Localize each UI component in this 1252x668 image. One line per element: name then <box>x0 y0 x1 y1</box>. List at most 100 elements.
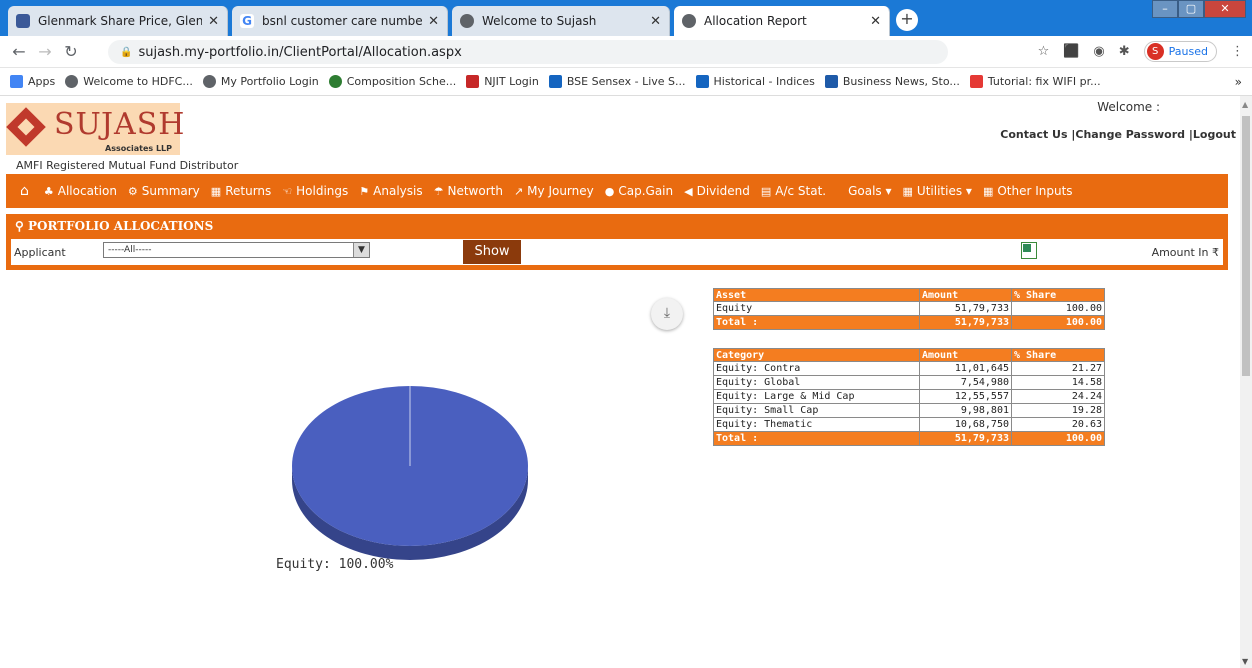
globe-icon <box>682 14 696 28</box>
category-amount: 10,68,750 <box>919 417 1012 432</box>
url-input[interactable]: 🔒 sujash.my-portfolio.in/ClientPortal/Al… <box>108 40 948 64</box>
flag-icon: ⚑ <box>359 184 370 198</box>
download-chart-icon[interactable]: ⤓ <box>651 298 683 330</box>
dropdown-arrow-icon: ▼ <box>353 243 369 257</box>
show-button[interactable]: Show <box>463 240 521 264</box>
news-icon <box>824 75 838 88</box>
bookmark-item[interactable]: Apps <box>10 75 55 88</box>
composition-icon <box>328 75 342 88</box>
bookmark-item[interactable]: Welcome to HDFC... <box>65 75 193 88</box>
welcome-text: Welcome : <box>1097 100 1160 114</box>
avatar: S <box>1146 43 1164 60</box>
nav-networth[interactable]: ☂ Networth <box>434 184 503 198</box>
tab-title: bsnl customer care number - Goo <box>262 14 423 28</box>
nav-holdings[interactable]: ☜ Holdings <box>282 184 348 198</box>
browser-tab[interactable]: Glenmark Share Price, Glenmark ✕ <box>8 6 228 36</box>
search-icon: ⚲ <box>15 219 28 233</box>
bookmarks-bar: Apps Welcome to HDFC... My Portfolio Log… <box>0 68 1252 96</box>
back-icon[interactable]: ← <box>6 42 32 61</box>
bookmarks-overflow-icon[interactable]: » <box>1235 75 1242 89</box>
asset-share: 100.00 <box>1011 301 1105 316</box>
total-label: Total : <box>713 315 920 330</box>
pie-chart <box>292 386 528 560</box>
table-row: Equity: Large & Mid Cap 12,55,557 24.24 <box>713 389 1105 404</box>
category-amount: 9,98,801 <box>919 403 1012 418</box>
apps-icon <box>10 75 23 88</box>
menu-icon[interactable]: ⋮ <box>1231 44 1244 59</box>
excel-export-icon[interactable] <box>1021 242 1037 259</box>
close-tab-icon[interactable]: ✕ <box>428 14 439 29</box>
nav-analysis[interactable]: ⚑ Analysis <box>359 184 422 198</box>
page-scrollbar[interactable]: ▲ ▼ <box>1240 96 1252 668</box>
bookmark-item[interactable]: My Portfolio Login <box>202 75 319 88</box>
bookmark-item[interactable]: Composition Sche... <box>328 75 456 88</box>
star-icon[interactable]: ☆ <box>1038 44 1050 59</box>
nav-utilities[interactable]: ▦ Utilities ▾ <box>903 184 972 198</box>
logo-subtitle: Associates LLP <box>105 144 172 153</box>
browser-tab[interactable]: G bsnl customer care number - Goo ✕ <box>232 6 448 36</box>
pdf-extension-icon[interactable]: ⬛ <box>1063 44 1079 59</box>
table-row: Equity: Thematic 10,68,750 20.63 <box>713 417 1105 432</box>
nav-dividend[interactable]: ◀ Dividend <box>684 184 750 198</box>
nav-summary[interactable]: ⚙ Summary <box>128 184 200 198</box>
grid-icon: ▦ <box>902 184 913 198</box>
contact-us-link[interactable]: Contact Us <box>1000 128 1067 141</box>
bse-icon <box>548 75 562 88</box>
profile-button[interactable]: S Paused <box>1143 41 1217 62</box>
maximize-icon[interactable]: ▢ <box>1178 0 1204 18</box>
logo-name: SUJASH <box>54 107 186 142</box>
table-row: Equity: Contra 11,01,645 21.27 <box>713 361 1105 376</box>
bookmark-item[interactable]: Historical - Indices <box>695 75 815 88</box>
umbrella-icon: ☂ <box>433 184 444 198</box>
amount-in-label: Amount In ₹ <box>1151 246 1219 259</box>
reload-icon[interactable]: ↻ <box>58 42 84 61</box>
bookmark-item[interactable]: NJIT Login <box>466 75 539 88</box>
bookmark-item[interactable]: BSE Sensex - Live S... <box>548 75 686 88</box>
change-password-link[interactable]: Change Password <box>1075 128 1185 141</box>
logo[interactable]: SUJASH Associates LLP <box>6 103 184 155</box>
nav-allocation[interactable]: ♣ Allocation <box>44 184 117 198</box>
nav-goals[interactable]: Goals ▾ <box>848 184 891 198</box>
category-share: 24.24 <box>1011 389 1105 404</box>
category-name: Equity: Contra <box>713 361 920 376</box>
bookmark-item[interactable]: Business News, Sto... <box>824 75 960 88</box>
chart-icon: ↗ <box>513 184 524 198</box>
column-header: Amount <box>919 348 1012 362</box>
asset-name: Equity <box>713 301 920 316</box>
bookmark-item[interactable]: Tutorial: fix WIFI pr... <box>969 75 1101 88</box>
grid-icon: ▦ <box>210 184 222 198</box>
scrollbar-thumb[interactable] <box>1242 116 1250 376</box>
column-header: Amount <box>919 288 1012 302</box>
window-controls: – ▢ ✕ <box>1152 0 1246 18</box>
youtube-icon <box>969 75 983 88</box>
scroll-down-icon[interactable]: ▼ <box>1242 657 1248 666</box>
close-tab-icon[interactable]: ✕ <box>208 14 219 29</box>
total-label: Total : <box>713 431 920 446</box>
puzzle-icon[interactable]: ✱ <box>1119 44 1130 59</box>
category-table: Category Amount % Share Equity: Contra 1… <box>713 348 1105 446</box>
nav-my-journey[interactable]: ↗ My Journey <box>514 184 594 198</box>
nav-other-inputs[interactable]: ▦ Other Inputs <box>983 184 1073 198</box>
scroll-up-icon[interactable]: ▲ <box>1242 100 1248 109</box>
forward-icon[interactable]: → <box>32 42 58 61</box>
close-tab-icon[interactable]: ✕ <box>650 14 661 29</box>
browser-tab-active[interactable]: Allocation Report ✕ <box>674 6 890 36</box>
nav-cap-gain[interactable]: ● Cap.Gain <box>605 184 673 198</box>
browser-tab[interactable]: Welcome to Sujash ✕ <box>452 6 670 36</box>
bse-icon <box>695 75 709 88</box>
applicant-select[interactable]: -----All----- ▼ <box>103 242 370 258</box>
category-amount: 11,01,645 <box>919 361 1012 376</box>
nav-returns[interactable]: ▦ Returns <box>211 184 271 198</box>
new-tab-icon[interactable]: + <box>896 9 918 31</box>
nav-home[interactable]: ⌂ <box>20 183 33 199</box>
close-window-icon[interactable]: ✕ <box>1204 0 1246 18</box>
globe-icon <box>202 75 216 88</box>
minimize-icon[interactable]: – <box>1152 0 1178 18</box>
extension-icon[interactable]: ◉ <box>1093 44 1104 59</box>
close-tab-icon[interactable]: ✕ <box>870 14 881 29</box>
logout-link[interactable]: Logout <box>1193 128 1236 141</box>
table-header-row: Category Amount % Share <box>713 348 1105 362</box>
nav-ac-stat[interactable]: ▤ A/c Stat. <box>761 184 826 198</box>
category-share: 14.58 <box>1011 375 1105 390</box>
address-toolbar: ← → ↻ 🔒 sujash.my-portfolio.in/ClientPor… <box>0 36 1252 68</box>
